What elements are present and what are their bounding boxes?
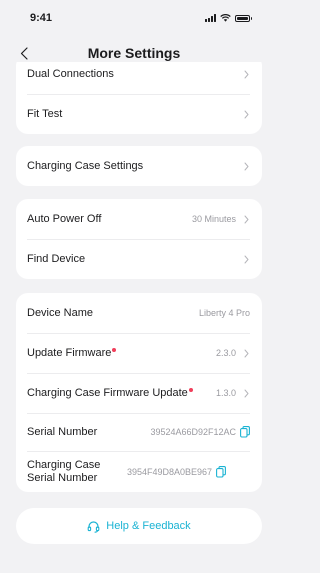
device-name-row[interactable]: Device Name Liberty 4 Pro xyxy=(16,293,262,333)
serial-number-row: Serial Number 39524A66D92F12AC xyxy=(16,413,262,451)
chevron-right-icon xyxy=(242,109,250,119)
case-serial-number-value: 3954F49D8A0BE967 xyxy=(127,466,213,477)
chevron-right-icon xyxy=(242,348,250,358)
chevron-right-icon xyxy=(242,388,250,398)
status-time: 9:41 xyxy=(30,12,53,24)
headset-icon xyxy=(87,520,100,533)
serial-number-label: Serial Number xyxy=(27,425,98,438)
device-info-card: Device Name Liberty 4 Pro Update Firmwar… xyxy=(16,293,262,492)
connection-settings-card: Dual Connections Fit Test xyxy=(16,62,262,134)
chevron-left-icon xyxy=(20,46,28,60)
chevron-right-icon xyxy=(242,161,250,171)
find-device-label: Find Device xyxy=(27,252,86,265)
case-firmware-update-value: 1.3.0 xyxy=(215,388,236,398)
dual-connections-label: Dual Connections xyxy=(27,67,114,80)
update-firmware-label: Update Firmware xyxy=(27,346,112,359)
charging-case-settings-row[interactable]: Charging Case Settings xyxy=(16,146,262,186)
charging-case-card: Charging Case Settings xyxy=(16,146,262,186)
status-bar: 9:41 xyxy=(0,0,268,40)
update-badge-dot xyxy=(112,347,117,352)
auto-power-off-label: Auto Power Off xyxy=(27,212,102,225)
help-feedback-label: Help & Feedback xyxy=(106,520,191,532)
power-settings-card: Auto Power Off 30 Minutes Find Device xyxy=(16,199,262,279)
fit-test-label: Fit Test xyxy=(27,107,63,120)
battery-icon xyxy=(235,14,252,22)
update-firmware-label-wrap: Update Firmware xyxy=(27,347,216,360)
chevron-right-icon xyxy=(242,69,250,79)
device-name-value: Liberty 4 Pro xyxy=(198,308,250,318)
auto-power-off-value: 30 Minutes xyxy=(191,214,236,224)
case-serial-number-label: Charging Case Serial Number xyxy=(27,458,101,484)
case-firmware-update-row[interactable]: Charging Case Firmware Update 1.3.0 xyxy=(16,373,262,413)
settings-scroll-area[interactable]: Dual Connections Fit Test Charging Case … xyxy=(0,62,268,573)
fit-test-row[interactable]: Fit Test xyxy=(16,94,262,134)
wifi-icon xyxy=(220,14,231,22)
device-name-label: Device Name xyxy=(27,306,94,319)
find-device-row[interactable]: Find Device xyxy=(16,239,262,279)
auto-power-off-row[interactable]: Auto Power Off 30 Minutes xyxy=(16,199,262,239)
chevron-right-icon xyxy=(242,214,250,224)
page-title: More Settings xyxy=(87,45,181,61)
case-serial-number-row: Charging Case Serial Number 3954F49D8A0B… xyxy=(16,451,262,492)
update-firmware-value: 2.3.0 xyxy=(215,348,236,358)
status-icons xyxy=(205,14,252,22)
help-feedback-button[interactable]: Help & Feedback xyxy=(16,508,262,544)
serial-number-value: 39524A66D92F12AC xyxy=(150,427,236,437)
case-firmware-update-label: Charging Case Firmware Update xyxy=(27,386,188,399)
chevron-right-icon xyxy=(242,254,250,264)
back-button[interactable] xyxy=(14,42,34,64)
update-firmware-row[interactable]: Update Firmware 2.3.0 xyxy=(16,333,262,373)
update-badge-dot xyxy=(188,387,193,392)
charging-case-settings-label: Charging Case Settings xyxy=(27,159,144,172)
copy-icon[interactable] xyxy=(240,426,250,438)
dual-connections-row[interactable]: Dual Connections xyxy=(16,62,262,94)
copy-icon[interactable] xyxy=(216,465,227,478)
cellular-signal-icon xyxy=(205,14,216,22)
case-firmware-label-wrap: Charging Case Firmware Update xyxy=(27,387,216,400)
